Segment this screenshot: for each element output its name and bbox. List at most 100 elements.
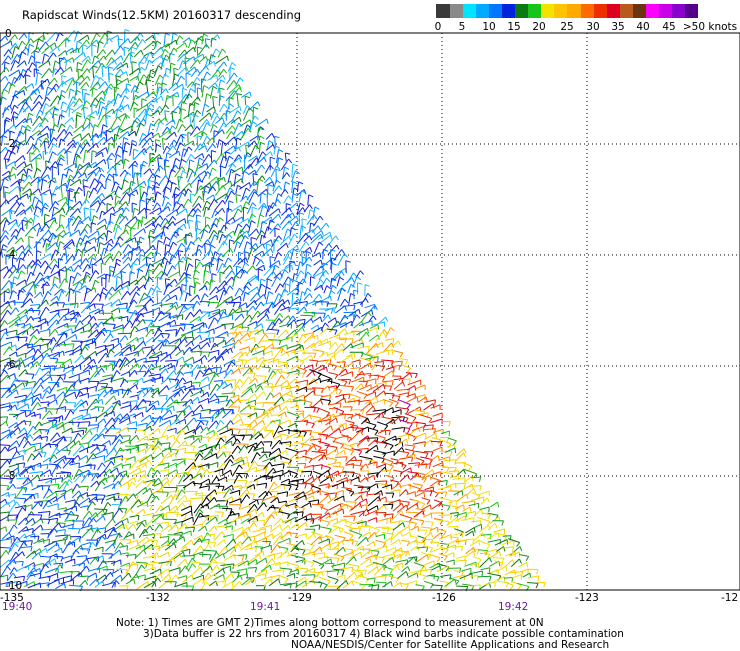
wind-barb bbox=[50, 96, 57, 107]
wind-barb-flag bbox=[27, 194, 28, 199]
wind-barb-flag bbox=[35, 215, 39, 218]
wind-barb bbox=[176, 43, 185, 50]
wind-barb bbox=[217, 123, 224, 135]
wind-barb-flag bbox=[406, 439, 407, 444]
wind-barb-flag bbox=[86, 101, 90, 105]
wind-barb-flag bbox=[306, 252, 311, 254]
wind-barb bbox=[98, 115, 104, 126]
wind-barb-flag bbox=[85, 229, 88, 233]
wind-barb bbox=[193, 426, 201, 434]
wind-barb-flag bbox=[4, 291, 9, 293]
wind-barb-flag bbox=[175, 366, 176, 371]
wind-barb-flag bbox=[180, 36, 184, 40]
wind-barb-flag bbox=[264, 392, 266, 396]
wind-barb bbox=[133, 149, 134, 160]
wind-barb-flag bbox=[16, 308, 19, 312]
wind-barb-flag bbox=[117, 259, 121, 261]
wind-barb-flag bbox=[126, 208, 129, 212]
wind-barb bbox=[166, 132, 175, 140]
wind-barb-flag bbox=[206, 217, 211, 219]
wind-barb bbox=[366, 422, 376, 425]
wind-barb-flag bbox=[282, 397, 284, 401]
wind-barb bbox=[7, 195, 17, 203]
wind-barb bbox=[385, 436, 396, 441]
wind-barb-flag bbox=[77, 273, 81, 276]
wind-barb bbox=[234, 174, 236, 187]
wind-barb bbox=[74, 265, 79, 272]
wind-barb bbox=[57, 129, 64, 139]
wind-barb bbox=[207, 61, 215, 66]
wind-barb bbox=[266, 145, 273, 151]
wind-barb bbox=[183, 199, 188, 208]
wind-barb-flag bbox=[221, 166, 226, 168]
wind-barb bbox=[263, 431, 271, 439]
wind-barb-flag bbox=[211, 151, 216, 153]
wind-barb-flag bbox=[402, 442, 403, 447]
wind-barb-flag bbox=[127, 391, 129, 396]
wind-barb-flag bbox=[108, 292, 112, 295]
wind-barb-flag bbox=[106, 116, 111, 117]
wind-barb-flag bbox=[408, 429, 410, 434]
wind-barb-flag bbox=[250, 92, 251, 97]
wind-barb-flag bbox=[24, 34, 27, 38]
wind-barb-flag bbox=[336, 304, 338, 309]
wind-barb bbox=[140, 186, 141, 199]
wind-barb bbox=[267, 279, 268, 288]
wind-barb-flag bbox=[212, 257, 217, 259]
wind-barb-flag bbox=[93, 66, 98, 67]
wind-barb bbox=[250, 293, 257, 301]
wind-barb-flag bbox=[230, 68, 235, 70]
wind-barb-flag bbox=[170, 448, 171, 453]
wind-barb-flag bbox=[383, 332, 386, 336]
wind-barb-flag bbox=[38, 260, 41, 264]
wind-barb bbox=[260, 341, 273, 342]
wind-barb-flag bbox=[108, 159, 113, 160]
wind-barb bbox=[210, 384, 217, 395]
wind-barb-flag bbox=[108, 231, 113, 233]
wind-barb-flag bbox=[39, 189, 41, 194]
wind-barb bbox=[351, 431, 361, 441]
wind-barb bbox=[121, 436, 130, 437]
wind-barb-flag bbox=[41, 292, 43, 297]
wind-barb bbox=[220, 156, 223, 167]
wind-barb-flag bbox=[261, 386, 264, 390]
wind-barb-flag bbox=[210, 338, 211, 343]
wind-barb bbox=[80, 229, 85, 236]
wind-barb-flag bbox=[61, 95, 65, 98]
wind-barb-flag bbox=[24, 90, 25, 95]
wind-barb bbox=[23, 441, 28, 448]
wind-barb-flag bbox=[301, 271, 305, 275]
wind-barb-flag bbox=[16, 345, 17, 350]
wind-barb bbox=[139, 200, 140, 213]
wind-barb-flag bbox=[324, 313, 326, 318]
wind-barb bbox=[48, 313, 58, 323]
wind-barb-flag bbox=[335, 330, 337, 335]
wind-barb-flag bbox=[86, 401, 88, 406]
wind-barb bbox=[44, 366, 56, 367]
wind-barb bbox=[110, 391, 118, 394]
wind-barb-flag bbox=[359, 368, 360, 373]
wind-barb-flag bbox=[344, 362, 345, 367]
wind-barb-flag bbox=[134, 300, 137, 304]
wind-barb bbox=[31, 131, 40, 138]
wind-barb-flag bbox=[187, 277, 192, 279]
wind-barb-flag bbox=[103, 310, 104, 315]
wind-barb-flag bbox=[16, 352, 17, 357]
wind-barb-flag bbox=[64, 341, 65, 346]
wind-barb-flag bbox=[366, 299, 369, 303]
wind-barb-flag bbox=[26, 433, 27, 438]
wind-barb bbox=[161, 410, 170, 418]
wind-barb bbox=[216, 194, 227, 201]
wind-barb-flag bbox=[176, 295, 177, 300]
wind-barb-flag bbox=[236, 174, 241, 176]
wind-barb-flag bbox=[110, 143, 114, 146]
wind-barb bbox=[110, 243, 119, 252]
wind-barb-flag bbox=[230, 248, 232, 253]
wind-barb-flag bbox=[92, 151, 97, 153]
wind-barb bbox=[164, 33, 165, 47]
wind-barb bbox=[198, 398, 208, 403]
wind-barb bbox=[113, 263, 117, 276]
wind-barb bbox=[197, 385, 209, 390]
wind-barb bbox=[131, 318, 136, 328]
wind-barb-flag bbox=[166, 89, 168, 93]
